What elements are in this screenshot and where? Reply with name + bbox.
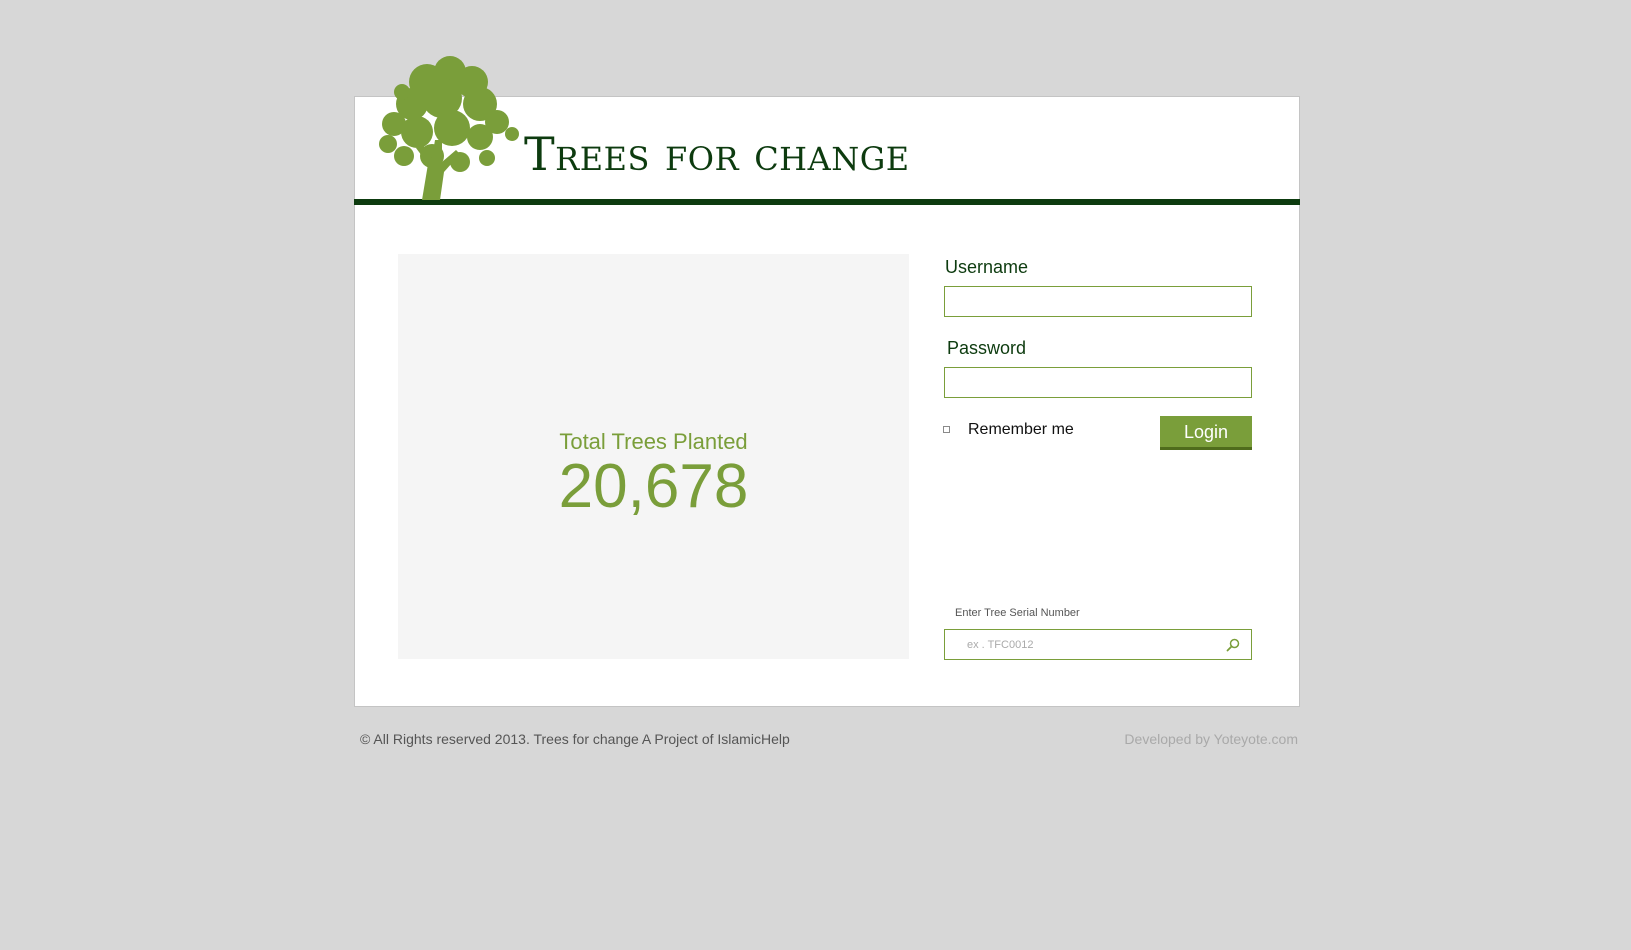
username-input[interactable] xyxy=(944,286,1252,317)
remember-me-label[interactable]: Remember me xyxy=(968,420,1074,440)
brand-title: Trees for change xyxy=(524,127,910,181)
remember-me-checkbox[interactable] xyxy=(943,426,950,433)
search-icon[interactable] xyxy=(1225,637,1241,653)
username-label: Username xyxy=(945,257,1029,277)
password-label: Password xyxy=(947,338,1027,358)
stats-panel: Total Trees Planted 20,678 xyxy=(398,254,909,659)
serial-search-box xyxy=(944,629,1252,660)
serial-number-label: Enter Tree Serial Number xyxy=(955,607,1080,619)
serial-number-input[interactable] xyxy=(945,630,1215,659)
password-input[interactable] xyxy=(944,367,1252,398)
copyright-text: © All Rights reserved 2013. Trees for ch… xyxy=(360,731,790,747)
login-button[interactable]: Login xyxy=(1160,416,1252,450)
tree-icon xyxy=(379,56,519,200)
developer-credit[interactable]: Developed by Yoteyote.com xyxy=(1124,730,1298,748)
stats-value: 20,678 xyxy=(558,452,749,521)
